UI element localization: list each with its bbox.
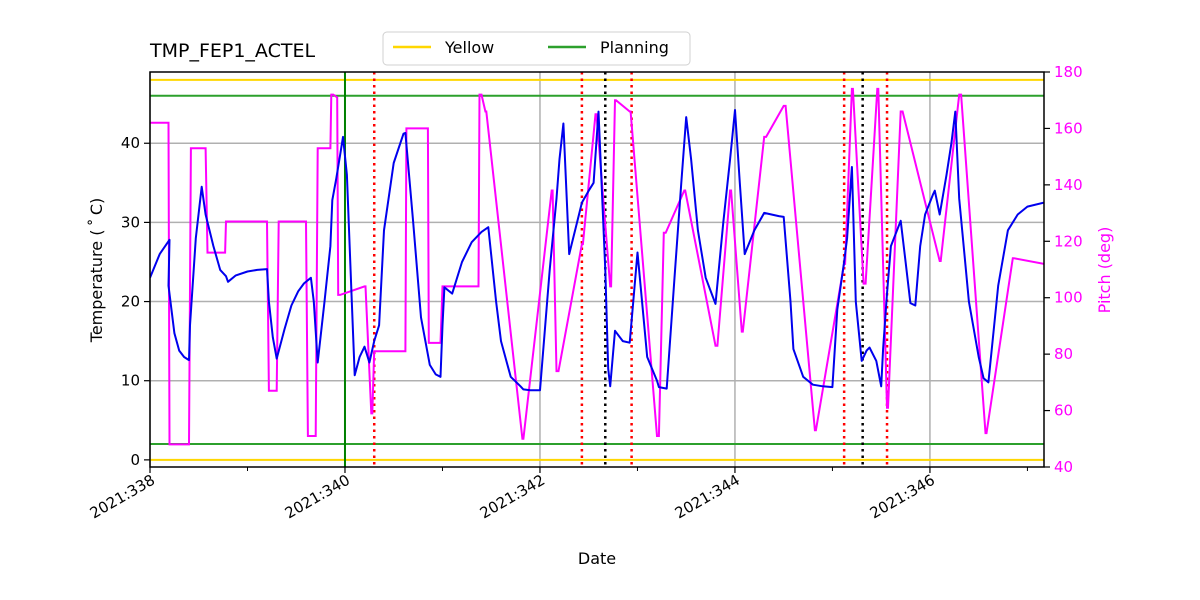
- y-axis-right: 40 60 80 100 120 140 160 180: [1044, 63, 1083, 476]
- x-tick-label: 2021:342: [477, 471, 548, 523]
- x-axis-label: Date: [578, 549, 616, 568]
- y-tick-label: 20: [121, 293, 140, 311]
- chart-title: TMP_FEP1_ACTEL: [149, 40, 315, 62]
- temperature-series-line: [150, 109, 1044, 392]
- legend-label-planning: Planning: [600, 38, 669, 57]
- y2-tick-label: 60: [1054, 402, 1073, 420]
- legend: Yellow Planning: [382, 31, 691, 66]
- x-axis: 2021:338 2021:340 2021:342 2021:344 2021:346: [87, 467, 1028, 522]
- chart: TMP_FEP1_ACTEL Yellow Planning 2021:338 2…: [87, 31, 1114, 568]
- y2-tick-label: 140: [1054, 176, 1083, 194]
- y2-axis-label: Pitch (deg): [1095, 227, 1114, 314]
- x-tick-label: 2021:344: [672, 471, 743, 523]
- y2-tick-label: 40: [1054, 458, 1073, 476]
- y2-tick-label: 100: [1054, 289, 1083, 307]
- y-tick-label: 40: [121, 134, 140, 152]
- y-tick-label: 0: [130, 451, 140, 469]
- x-tick-label: 2021:340: [282, 471, 353, 523]
- y2-tick-label: 120: [1054, 232, 1083, 250]
- y2-tick-label: 180: [1054, 63, 1083, 81]
- y-axis-label: Temperature ( ˚ C): [87, 198, 106, 343]
- event-markers: [343, 72, 889, 467]
- y2-tick-label: 80: [1054, 345, 1073, 363]
- y-tick-label: 30: [121, 213, 140, 231]
- x-tick-label: 2021:338: [87, 471, 158, 523]
- y2-tick-label: 160: [1054, 119, 1083, 137]
- x-tick-label: 2021:346: [867, 471, 938, 523]
- y-axis-left: 0 10 20 30 40: [121, 134, 150, 469]
- legend-label-yellow: Yellow: [444, 38, 494, 57]
- y-tick-label: 10: [121, 372, 140, 390]
